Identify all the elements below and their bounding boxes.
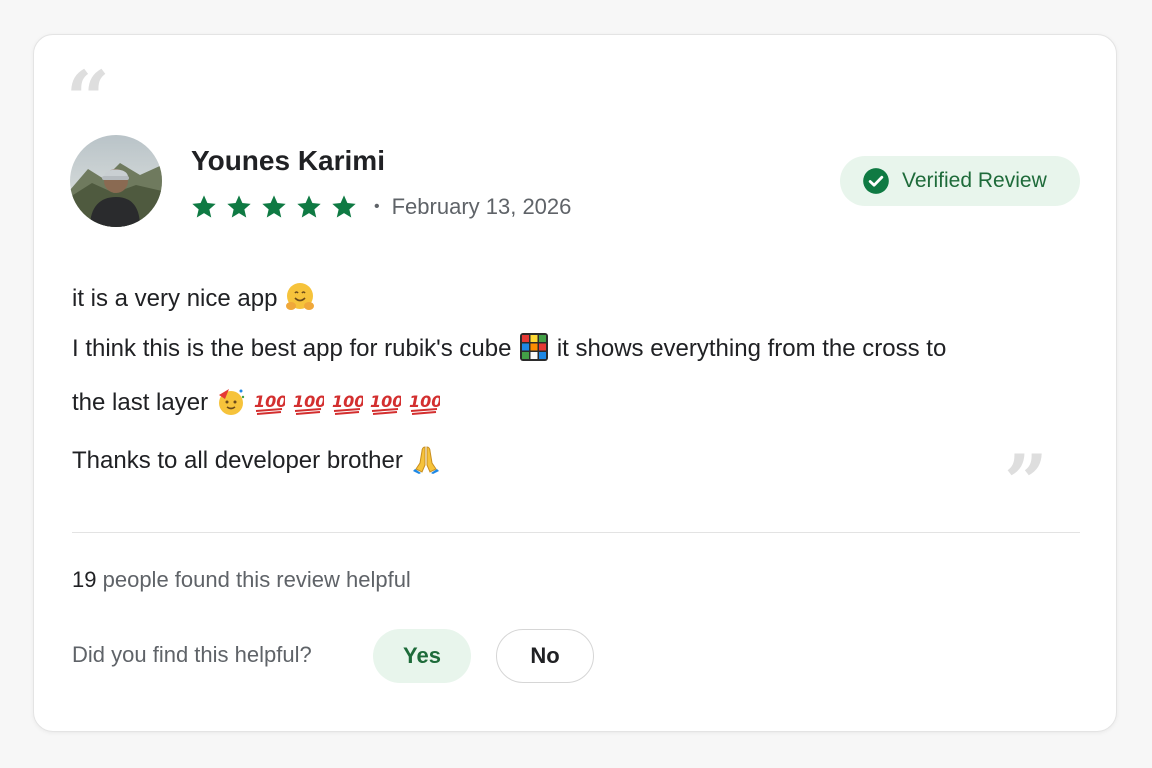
helpful-count: 19	[72, 567, 97, 592]
star-icon	[192, 195, 216, 218]
party-face-emoji-icon	[218, 389, 244, 415]
star-icon	[262, 195, 286, 218]
star-icon	[227, 195, 251, 218]
verified-badge: Verified Review	[840, 156, 1080, 206]
hundred-points-emoji-icon: 100	[254, 392, 285, 415]
rating-row: • February 13, 2026	[190, 193, 571, 221]
hundred-points-emoji-icon: 100	[293, 392, 324, 415]
review-text-segment: it shows everything from the cross to	[556, 335, 947, 362]
review-text-segment: I think this is the best app for rubik's…	[72, 335, 512, 362]
review-text-segment: Thanks to all developer brother	[72, 447, 403, 474]
star-icon	[297, 195, 321, 218]
divider	[72, 532, 1080, 533]
check-circle-icon	[863, 168, 889, 194]
review-text: it is a very nice app I think this is th…	[72, 281, 1062, 497]
review-date: February 13, 2026	[391, 194, 572, 219]
review-line: Thanks to all developer brother	[72, 443, 1062, 497]
yes-button[interactable]: Yes	[373, 629, 471, 683]
hundred-points-emoji-icon: 100	[370, 392, 401, 415]
review-line: I think this is the best app for rubik's…	[72, 331, 1062, 385]
star-icon	[332, 195, 356, 218]
star-rating	[190, 193, 358, 221]
hundred-points-emoji-icon: 100	[409, 392, 440, 415]
review-line: it is a very nice app	[72, 281, 1062, 331]
separator-dot: •	[374, 198, 380, 215]
rubiks-cube-emoji-icon	[520, 333, 549, 361]
open-quote-icon: “	[66, 54, 110, 143]
review-line: the last layer 100 100 100 100 100	[72, 385, 1062, 443]
helpful-count-label: people found this review helpful	[102, 567, 411, 592]
review-card: “ Younes Karimi • February 13, 2026 Veri…	[33, 34, 1117, 732]
no-button[interactable]: No	[496, 629, 594, 683]
hundred-points-emoji-icon: 100	[332, 392, 363, 415]
folded-hands-emoji-icon	[412, 446, 439, 474]
helpful-question: Did you find this helpful?	[72, 642, 312, 667]
verified-label: Verified Review	[902, 169, 1047, 192]
review-text-segment: it is a very nice app	[72, 285, 278, 312]
close-quote-icon: ”	[1004, 438, 1048, 527]
helpful-count-text: 19 people found this review helpful	[72, 567, 411, 593]
hugging-face-emoji-icon	[286, 283, 315, 310]
avatar	[70, 135, 162, 227]
review-text-segment: the last layer	[72, 389, 209, 416]
reviewer-name: Younes Karimi	[191, 145, 385, 176]
